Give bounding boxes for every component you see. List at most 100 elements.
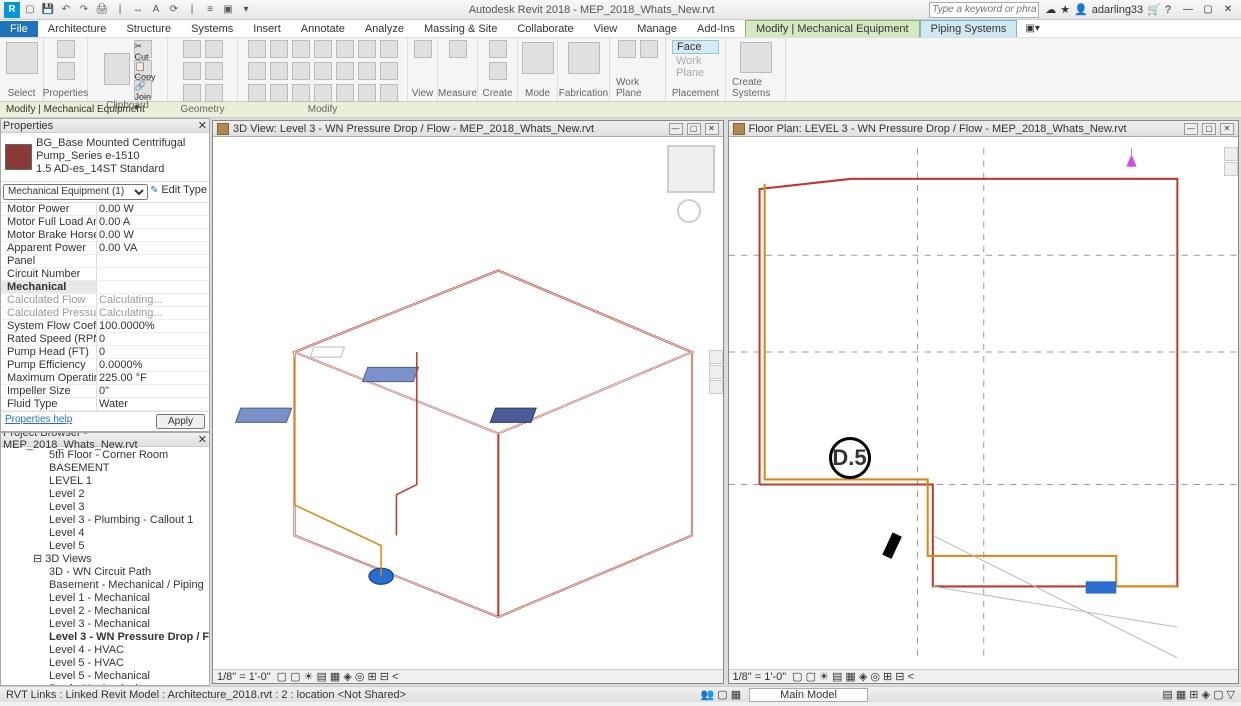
tab-systems[interactable]: Systems bbox=[181, 21, 243, 37]
measure-icon[interactable] bbox=[449, 40, 467, 58]
workset-icon[interactable]: 👥 ▢ ▦ bbox=[701, 688, 742, 701]
power-icon[interactable] bbox=[740, 42, 772, 73]
geo-icon3[interactable] bbox=[183, 62, 201, 80]
place-wp[interactable]: Work Plane bbox=[672, 55, 719, 79]
mod-icon14[interactable] bbox=[380, 62, 398, 80]
prop-val[interactable]: 0" bbox=[96, 385, 209, 397]
mod-icon7[interactable] bbox=[380, 40, 398, 58]
tab-annotate[interactable]: Annotate bbox=[291, 21, 355, 37]
mod-icon8[interactable] bbox=[248, 62, 266, 80]
user-icon[interactable]: 👤 bbox=[1074, 3, 1088, 16]
mod-icon9[interactable] bbox=[270, 62, 288, 80]
tree-node[interactable]: LEVEL 1 bbox=[1, 475, 209, 488]
nav-zoom-icon[interactable] bbox=[709, 365, 723, 379]
tab-architecture[interactable]: Architecture bbox=[38, 21, 117, 37]
nav-orbit-icon[interactable] bbox=[709, 380, 723, 394]
geo-icon6[interactable] bbox=[205, 84, 223, 102]
qat-sync-icon[interactable]: ⟳ bbox=[166, 2, 182, 18]
category-select[interactable]: Mechanical Equipment (1) bbox=[3, 184, 148, 200]
view3d-min[interactable]: — bbox=[669, 123, 683, 135]
qat-close-icon[interactable]: ▣ bbox=[220, 2, 236, 18]
prop-val[interactable]: 100.0000% bbox=[96, 320, 209, 332]
prop-val[interactable]: 0.0000% bbox=[96, 359, 209, 371]
prop-val[interactable]: Calculating... bbox=[96, 307, 209, 319]
selectfab-icon[interactable] bbox=[568, 42, 600, 74]
viewplan-min[interactable]: — bbox=[1184, 123, 1198, 135]
prop-val[interactable]: 0.00 VA bbox=[96, 242, 209, 254]
geo-icon2[interactable] bbox=[205, 40, 223, 58]
tree-node[interactable]: Level 5 bbox=[1, 540, 209, 553]
prop-val[interactable] bbox=[96, 268, 209, 280]
viewplan-canvas[interactable]: D.5 bbox=[729, 137, 1239, 669]
scale-label[interactable]: 1/8" = 1'-0" bbox=[217, 671, 271, 683]
help-icon[interactable]: ? bbox=[1165, 4, 1171, 16]
tree-node[interactable]: Level 3 bbox=[1, 501, 209, 514]
qat-text-icon[interactable]: A bbox=[148, 2, 164, 18]
prop-val[interactable] bbox=[96, 255, 209, 267]
browser-tree[interactable]: 5th Floor - Corner RoomBASEMENTLEVEL 1 Le… bbox=[1, 447, 209, 685]
tree-node[interactable]: Basement - Mechanical / Piping bbox=[1, 579, 209, 592]
mod-icon13[interactable] bbox=[358, 62, 376, 80]
qat-thin-icon[interactable]: ≡ bbox=[202, 2, 218, 18]
tree-node[interactable]: Level 4 - HVAC bbox=[1, 644, 209, 657]
ribbon-collapse-icon[interactable]: ▣▾ bbox=[1025, 23, 1039, 34]
nav-home-icon[interactable] bbox=[709, 350, 723, 364]
tree-node[interactable]: Level 3 - WN Pressure Drop / Flow bbox=[1, 631, 209, 644]
user-name[interactable]: adarling33 bbox=[1092, 4, 1143, 16]
place-face[interactable]: Face bbox=[672, 40, 719, 54]
tree-node[interactable]: 5th Floor - Corner Room bbox=[1, 449, 209, 462]
tree-node[interactable]: BASEMENT bbox=[1, 462, 209, 475]
props-icon[interactable] bbox=[57, 40, 75, 58]
prop-val[interactable]: 0 bbox=[96, 333, 209, 345]
create-icon2[interactable] bbox=[489, 62, 507, 80]
view-cube[interactable] bbox=[667, 145, 715, 223]
mod-icon15[interactable] bbox=[248, 84, 266, 102]
tab-massing[interactable]: Massing & Site bbox=[414, 21, 507, 37]
mod-icon5[interactable] bbox=[336, 40, 354, 58]
tree-node[interactable]: Level 3 - Mechanical bbox=[1, 618, 209, 631]
prop-val[interactable]: 0.00 W bbox=[96, 229, 209, 241]
props-icon2[interactable] bbox=[57, 62, 75, 80]
tab-piping[interactable]: Piping Systems bbox=[920, 20, 1018, 37]
browser-close-icon[interactable]: ✕ bbox=[198, 433, 207, 446]
properties-grid[interactable]: Motor Power0.00 WMotor Full Load Amps0.0… bbox=[1, 203, 209, 411]
tab-file[interactable]: File bbox=[0, 21, 38, 37]
tree-node[interactable]: Level 5 - Mechanical bbox=[1, 670, 209, 683]
picknew-icon[interactable] bbox=[640, 40, 658, 58]
editwp-icon[interactable] bbox=[618, 40, 636, 58]
mod-icon11[interactable] bbox=[314, 62, 332, 80]
geo-icon4[interactable] bbox=[205, 62, 223, 80]
mod-icon16[interactable] bbox=[270, 84, 288, 102]
view3d-canvas[interactable] bbox=[213, 137, 723, 669]
geo-icon5[interactable] bbox=[183, 84, 201, 102]
properties-help-link[interactable]: Properties help bbox=[5, 414, 72, 429]
qat-switch-icon[interactable]: ▾ bbox=[238, 2, 254, 18]
paste-icon[interactable] bbox=[104, 53, 130, 85]
qat-save-icon[interactable]: 💾 bbox=[40, 2, 56, 18]
mod-icon6[interactable] bbox=[358, 40, 376, 58]
mod-icon20[interactable] bbox=[358, 84, 376, 102]
plan-nav1-icon[interactable] bbox=[1224, 147, 1238, 161]
viewplan-controlbar[interactable]: 1/8" = 1'-0" ▢ ▢ ☀ ▤ ▦ ◈ ◎ ⊞ ⊟ < bbox=[729, 669, 1239, 683]
create-icon1[interactable] bbox=[489, 40, 507, 58]
tree-node[interactable]: Level 3 - Plumbing - Callout 1 bbox=[1, 514, 209, 527]
cut-btn[interactable]: ✂ Cut ▾ bbox=[134, 40, 152, 58]
main-model-label[interactable]: Main Model bbox=[749, 688, 868, 702]
qat-undo-icon[interactable]: ↶ bbox=[58, 2, 74, 18]
tab-addins[interactable]: Add-Ins bbox=[687, 21, 745, 37]
qat-open-icon[interactable]: ▢ bbox=[22, 2, 38, 18]
prop-val[interactable]: 0.00 A bbox=[96, 216, 209, 228]
tab-view[interactable]: View bbox=[584, 21, 628, 37]
geo-icon1[interactable] bbox=[183, 40, 201, 58]
mod-icon17[interactable] bbox=[292, 84, 310, 102]
copy-btn[interactable]: 📋 Copy ▾ bbox=[134, 60, 152, 78]
mod-icon3[interactable] bbox=[292, 40, 310, 58]
tree-node[interactable]: Level 5 - HVAC bbox=[1, 657, 209, 670]
cloud-icon[interactable]: ☁ bbox=[1045, 3, 1056, 16]
tab-collaborate[interactable]: Collaborate bbox=[507, 21, 583, 37]
minimize-button[interactable]: — bbox=[1179, 3, 1197, 17]
tree-node[interactable]: Roof - Mechanical bbox=[1, 683, 209, 685]
join-btn[interactable]: 🔗 Join ▾ bbox=[134, 80, 152, 98]
viewplan-close[interactable]: ✕ bbox=[1220, 123, 1234, 135]
mod-icon12[interactable] bbox=[336, 62, 354, 80]
